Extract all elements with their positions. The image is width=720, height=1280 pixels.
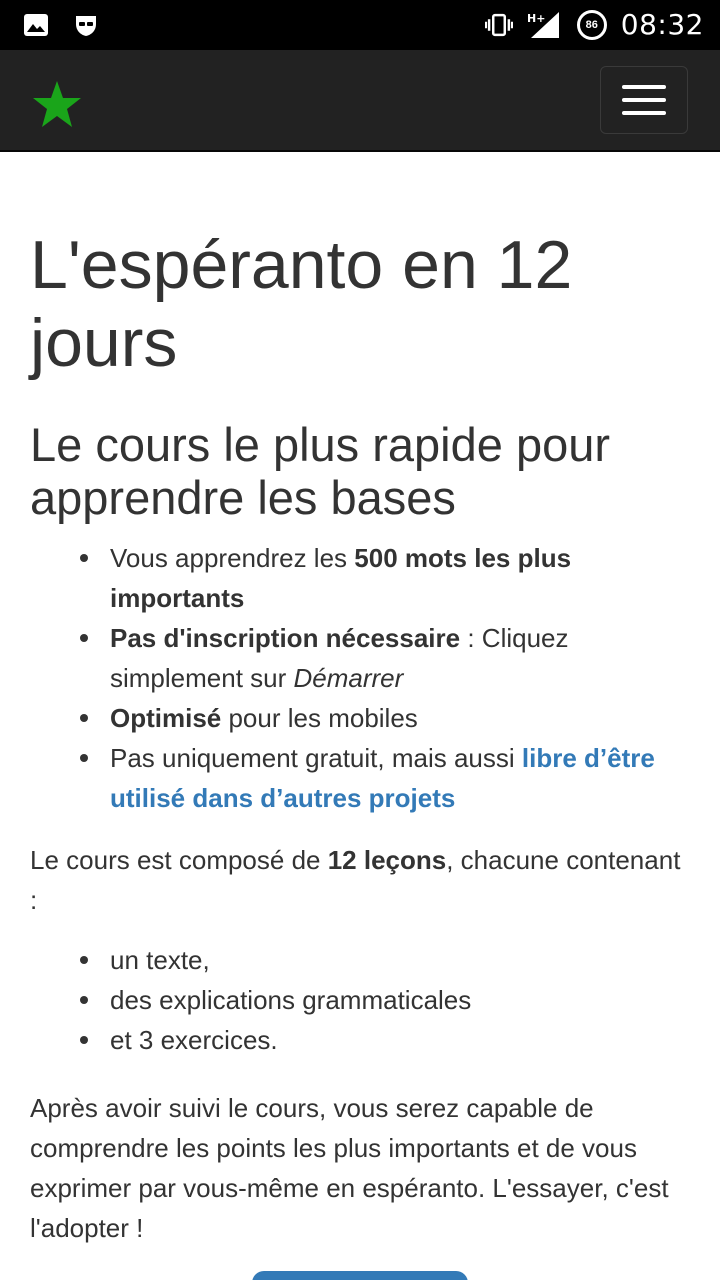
list-item: un texte,: [80, 940, 692, 980]
start-button[interactable]: [252, 1271, 468, 1280]
main-content: L'espéranto en 12 jours Le cours le plus…: [30, 226, 692, 1268]
hamburger-icon: [622, 111, 666, 115]
incognito-icon: [72, 11, 100, 39]
page-title: L'espéranto en 12 jours: [30, 227, 573, 381]
list-item: Pas uniquement gratuit, mais aussi libre…: [80, 738, 692, 818]
hamburger-icon: [622, 98, 666, 102]
vibrate-icon: [484, 11, 513, 39]
list-item: des explications grammaticales: [80, 980, 692, 1020]
feature-list: Vous apprendrez les 500 mots les plus im…: [30, 538, 692, 818]
clock: 08:32: [620, 8, 704, 41]
brand-logo[interactable]: [30, 78, 84, 132]
navbar: [0, 50, 720, 152]
course-intro: Le cours est composé de 12 leçons, chacu…: [30, 845, 681, 915]
list-item: Pas d'inscription nécessaire : Cliquez s…: [80, 618, 692, 698]
page-subtitle: Le cours le plus rapide pour apprendre l…: [30, 418, 611, 524]
green-star-icon: [33, 81, 81, 127]
closing-paragraph: Après avoir suivi le cours, vous serez c…: [30, 1093, 669, 1243]
menu-toggle-button[interactable]: [600, 66, 688, 134]
signal-icon: H+: [527, 11, 563, 39]
status-bar: H+ 86 08:32: [0, 0, 720, 50]
network-type: H+: [527, 12, 545, 25]
lesson-contents-list: un texte, des explications grammaticales…: [30, 940, 692, 1060]
battery-icon: 86: [576, 9, 607, 40]
list-item: et 3 exercices.: [80, 1020, 692, 1060]
image-icon: [22, 11, 50, 39]
list-item: Optimisé pour les mobiles: [80, 698, 692, 738]
list-item: Vous apprendrez les 500 mots les plus im…: [80, 538, 692, 618]
hamburger-icon: [622, 85, 666, 89]
battery-level: 86: [585, 18, 598, 31]
